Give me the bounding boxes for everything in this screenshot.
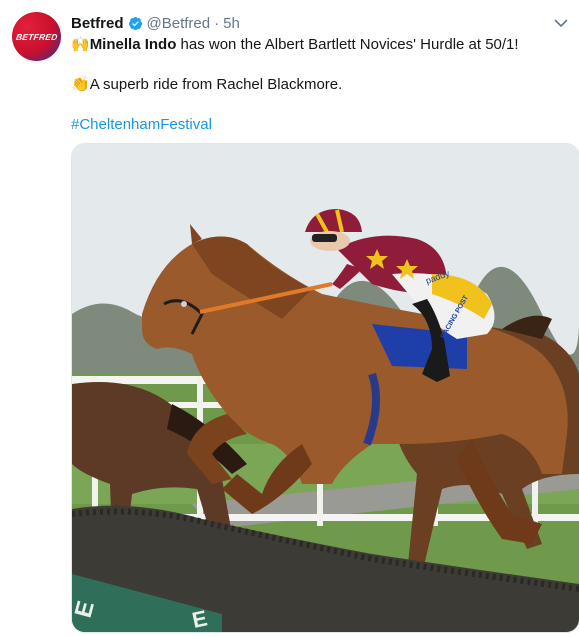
avatar[interactable]: BETFRED [12,12,61,61]
tweet-header: Betfred @Betfred · 5h [71,13,240,33]
tweet-line-2-text: A superb ride from Rachel Blackmore. [89,76,343,93]
horse-name: Minella Indo [89,36,177,53]
tweet-line-1: 🙌Minella Indo has won the Albert Bartlet… [71,35,571,55]
clapping-hands-emoji-icon: 👏 [71,76,90,93]
tweet-line-2: 👏A superb ride from Rachel Blackmore. [71,75,571,95]
display-name[interactable]: Betfred [71,15,124,32]
timestamp[interactable]: 5h [223,15,240,32]
tweet-card[interactable]: BETFRED Betfred @Betfred · 5h 🙌Minella I… [0,0,579,637]
avatar-logo-text: BETFRED [15,31,58,42]
user-handle[interactable]: @Betfred [147,15,211,32]
race-photo-illustration: 4 paddy RACING POST [72,144,579,632]
tweet-photo[interactable]: 4 paddy RACING POST [71,143,579,633]
chevron-down-icon[interactable] [553,15,569,31]
verified-badge-icon [128,16,143,31]
tweet-text: 🙌Minella Indo has won the Albert Bartlet… [71,35,571,135]
raising-hands-emoji-icon: 🙌 [71,36,90,53]
tweet-line-1-rest: has won the Albert Bartlett Novices' Hur… [176,36,519,53]
separator-dot: · [214,14,220,32]
hashtag-link[interactable]: #CheltenhamFestival [71,115,571,135]
